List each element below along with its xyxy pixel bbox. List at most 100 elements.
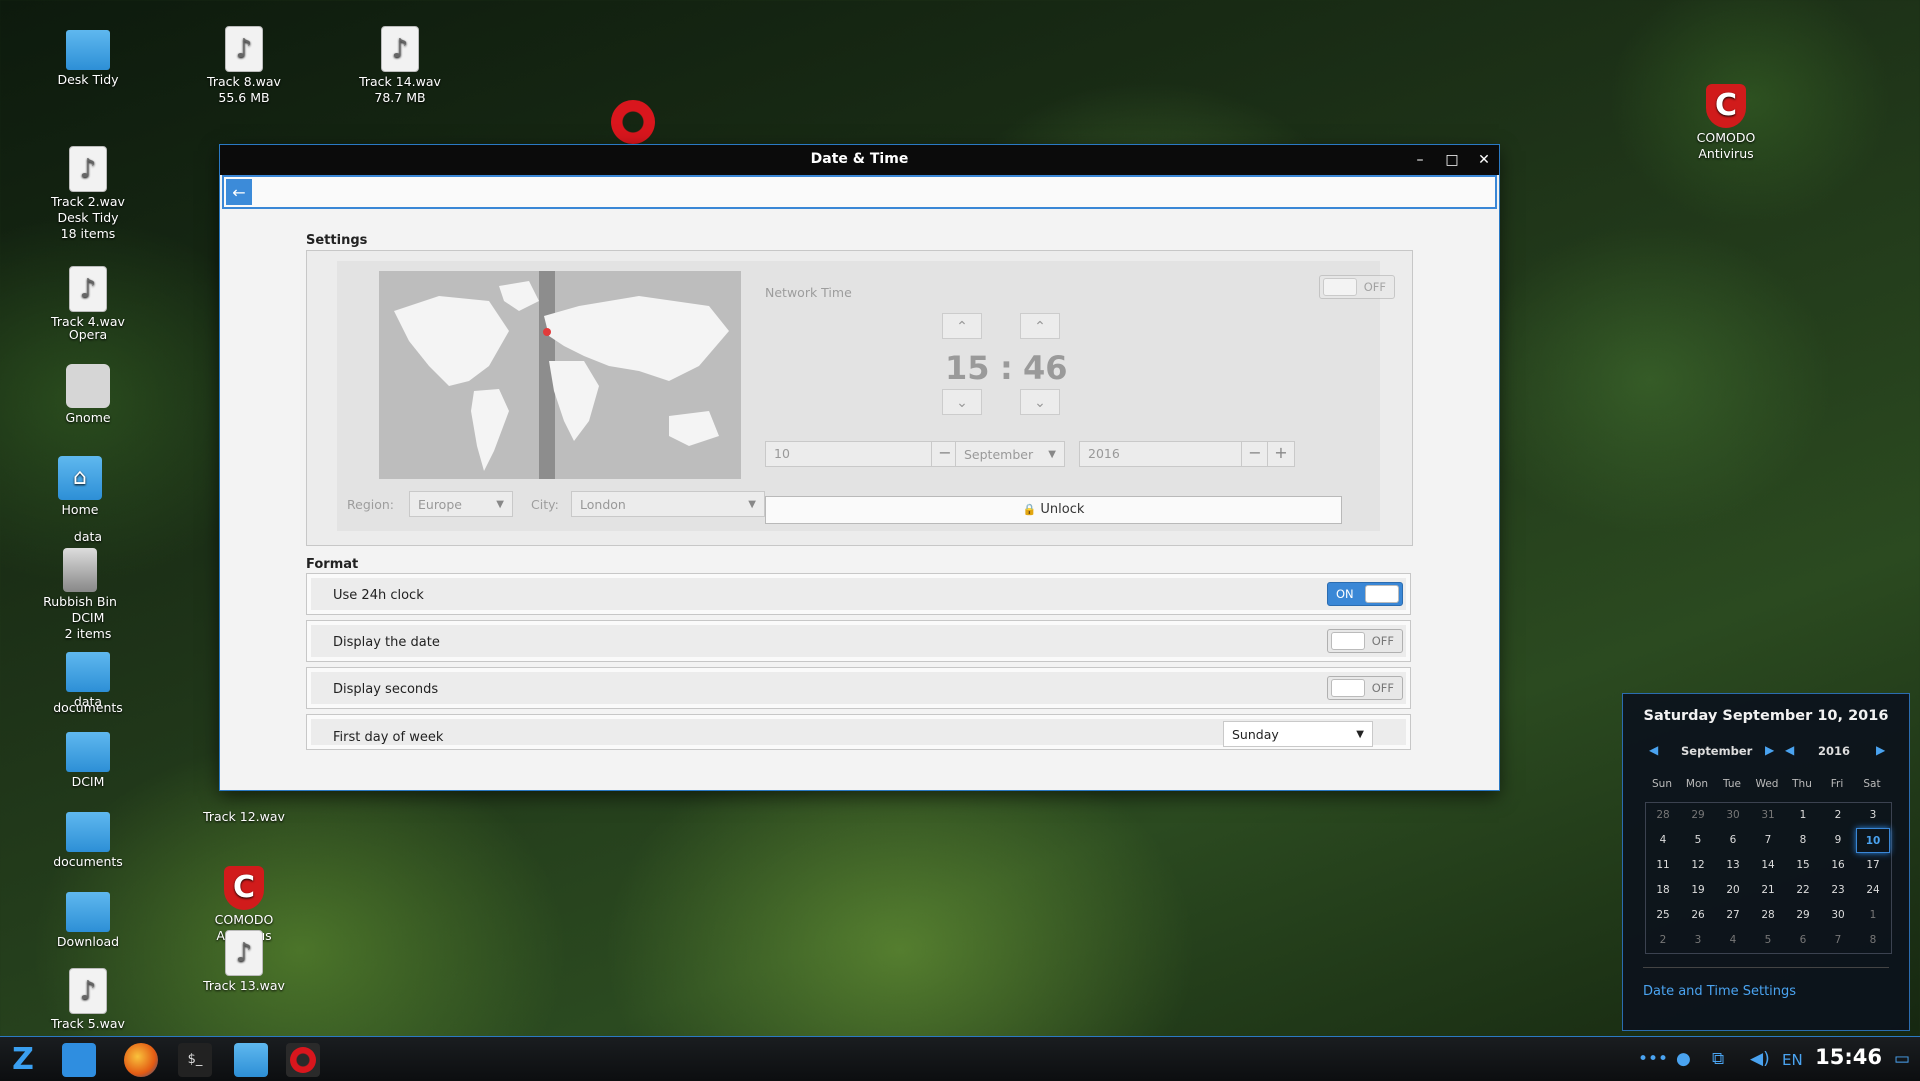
month-select[interactable]: September ▼ [955, 441, 1065, 467]
display-date-switch[interactable]: OFF [1327, 629, 1403, 653]
minute-up-button[interactable]: ⌃ [1020, 313, 1060, 339]
calendar-day[interactable]: 2 [1821, 803, 1855, 828]
calendar-day[interactable]: 27 [1716, 903, 1750, 928]
calendar-day[interactable]: 1 [1786, 803, 1820, 828]
show-desktop-icon[interactable]: ▭ [1894, 1049, 1910, 1069]
hour-up-button[interactable]: ⌃ [942, 313, 982, 339]
unlock-button[interactable]: 🔒 Unlock [765, 496, 1342, 524]
desktop-icon-opera[interactable]: Opera [33, 327, 143, 343]
calendar-day[interactable]: 13 [1716, 853, 1750, 878]
back-button[interactable]: ← [226, 179, 252, 205]
timezone-map[interactable] [379, 271, 741, 479]
user-icon[interactable]: ● [1676, 1049, 1691, 1069]
day-field[interactable]: 10 − + [765, 441, 985, 467]
next-year-icon[interactable]: ▶ [1876, 743, 1885, 757]
date-time-settings-link[interactable]: Date and Time Settings [1643, 984, 1796, 999]
close-button[interactable]: ✕ [1473, 149, 1495, 171]
year-plus-button[interactable]: + [1267, 442, 1294, 466]
calendar-day[interactable]: 4 [1716, 928, 1750, 953]
calendar-day[interactable]: 5 [1681, 828, 1715, 853]
desktop-icon-rubbish-bin[interactable]: Rubbish Bin [25, 548, 135, 610]
calendar-day[interactable]: 21 [1751, 878, 1785, 903]
calendar-day[interactable]: 8 [1786, 828, 1820, 853]
calendar-day[interactable]: 28 [1646, 803, 1680, 828]
desktop-icon-gnome[interactable]: Gnome [33, 364, 143, 426]
next-month-icon[interactable]: ▶ [1765, 743, 1774, 757]
desktop-icon-dcim-2[interactable]: DCIM [33, 728, 143, 790]
calendar-day[interactable]: 6 [1786, 928, 1820, 953]
calendar-day[interactable]: 31 [1751, 803, 1785, 828]
keyboard-layout[interactable]: EN [1782, 1051, 1803, 1069]
desktop-icon-track-14[interactable]: ♪ Track 14.wav 78.7 MB [345, 26, 455, 106]
calendar-day[interactable]: 17 [1856, 853, 1890, 878]
calendar-day[interactable]: 3 [1681, 928, 1715, 953]
display-seconds-switch[interactable]: OFF [1327, 676, 1403, 700]
calendar-day[interactable]: 1 [1856, 903, 1890, 928]
calendar-day[interactable]: 15 [1786, 853, 1820, 878]
year-minus-button[interactable]: − [1241, 442, 1268, 466]
hour-down-button[interactable]: ⌄ [942, 389, 982, 415]
calendar-day[interactable]: 29 [1786, 903, 1820, 928]
city-select[interactable]: London ▼ [571, 491, 765, 517]
network-icon[interactable]: ⧉ [1712, 1049, 1724, 1069]
minimize-button[interactable]: – [1409, 149, 1431, 171]
desktop-icon-documents-2[interactable]: documents [33, 808, 143, 870]
desktop-icon-desk-tidy[interactable]: Desk Tidy [33, 26, 143, 88]
volume-icon[interactable]: ◀) [1750, 1049, 1770, 1069]
opera-logo-icon[interactable] [611, 100, 655, 144]
calendar-day[interactable]: 23 [1821, 878, 1855, 903]
desktop-icon-track-2[interactable]: ♪ Track 2.wav [33, 146, 143, 210]
desktop-icon-comodo-2[interactable]: C COMODO Antivirus [1671, 84, 1781, 162]
network-time-switch[interactable]: OFF [1319, 275, 1395, 299]
calendar-day[interactable]: 19 [1681, 878, 1715, 903]
folder-icon[interactable] [234, 1043, 268, 1077]
calendar-day[interactable]: 5 [1751, 928, 1785, 953]
file-manager-icon[interactable] [62, 1043, 96, 1077]
calendar-day[interactable]: 10 [1856, 828, 1890, 853]
prev-month-icon[interactable]: ◀ [1649, 743, 1658, 757]
calendar-day[interactable]: 4 [1646, 828, 1680, 853]
desktop-icon-download[interactable]: Download [33, 888, 143, 950]
title-bar[interactable]: Date & Time – □ ✕ [220, 145, 1499, 175]
calendar-day[interactable]: 11 [1646, 853, 1680, 878]
prev-year-icon[interactable]: ◀ [1785, 743, 1794, 757]
desktop-icon-home[interactable]: ⌂ Home [25, 456, 135, 518]
calendar-day[interactable]: 7 [1751, 828, 1785, 853]
year-field[interactable]: 2016 − + [1079, 441, 1295, 467]
calendar-day[interactable]: 7 [1821, 928, 1855, 953]
desktop-icon-track-5[interactable]: ♪ Track 5.wav [33, 968, 143, 1032]
desktop-icon-desk-tidy-2[interactable]: Desk Tidy 18 items [33, 210, 143, 242]
calendar-day[interactable]: 26 [1681, 903, 1715, 928]
taskbar-clock[interactable]: 15:46 [1815, 1045, 1882, 1069]
opera-icon[interactable] [286, 1043, 320, 1077]
calendar-day[interactable]: 24 [1856, 878, 1890, 903]
calendar-day[interactable]: 25 [1646, 903, 1680, 928]
day-minus-button[interactable]: − [931, 442, 958, 466]
firefox-icon[interactable] [124, 1043, 158, 1077]
calendar-day[interactable]: 18 [1646, 878, 1680, 903]
calendar-day[interactable]: 28 [1751, 903, 1785, 928]
calendar-day[interactable]: 3 [1856, 803, 1890, 828]
calendar-day[interactable]: 22 [1786, 878, 1820, 903]
desktop-icon-dcim[interactable]: DCIM 2 items [33, 610, 143, 642]
first-day-select[interactable]: Sunday ▼ [1223, 721, 1373, 747]
calendar-day[interactable]: 20 [1716, 878, 1750, 903]
desktop-icon-track-8[interactable]: ♪ Track 8.wav 55.6 MB [189, 26, 299, 106]
calendar-day[interactable]: 8 [1856, 928, 1890, 953]
more-icon[interactable]: ••• [1638, 1049, 1668, 1069]
calendar-day[interactable]: 30 [1821, 903, 1855, 928]
desktop-icon-documents[interactable]: documents [33, 700, 143, 716]
terminal-icon[interactable]: $_ [178, 1043, 212, 1077]
app-menu-icon[interactable]: Z [6, 1043, 40, 1077]
calendar-day[interactable]: 29 [1681, 803, 1715, 828]
desktop-icon-track-4[interactable]: ♪ Track 4.wav [33, 266, 143, 330]
minute-down-button[interactable]: ⌄ [1020, 389, 1060, 415]
calendar-day[interactable]: 16 [1821, 853, 1855, 878]
calendar-day[interactable]: 2 [1646, 928, 1680, 953]
desktop-icon-data[interactable]: data [33, 529, 143, 545]
desktop-icon-track-13[interactable]: ♪ Track 13.wav [189, 930, 299, 994]
region-select[interactable]: Europe ▼ [409, 491, 513, 517]
use-24h-switch[interactable]: ON [1327, 582, 1403, 606]
calendar-day[interactable]: 9 [1821, 828, 1855, 853]
maximize-button[interactable]: □ [1441, 149, 1463, 171]
